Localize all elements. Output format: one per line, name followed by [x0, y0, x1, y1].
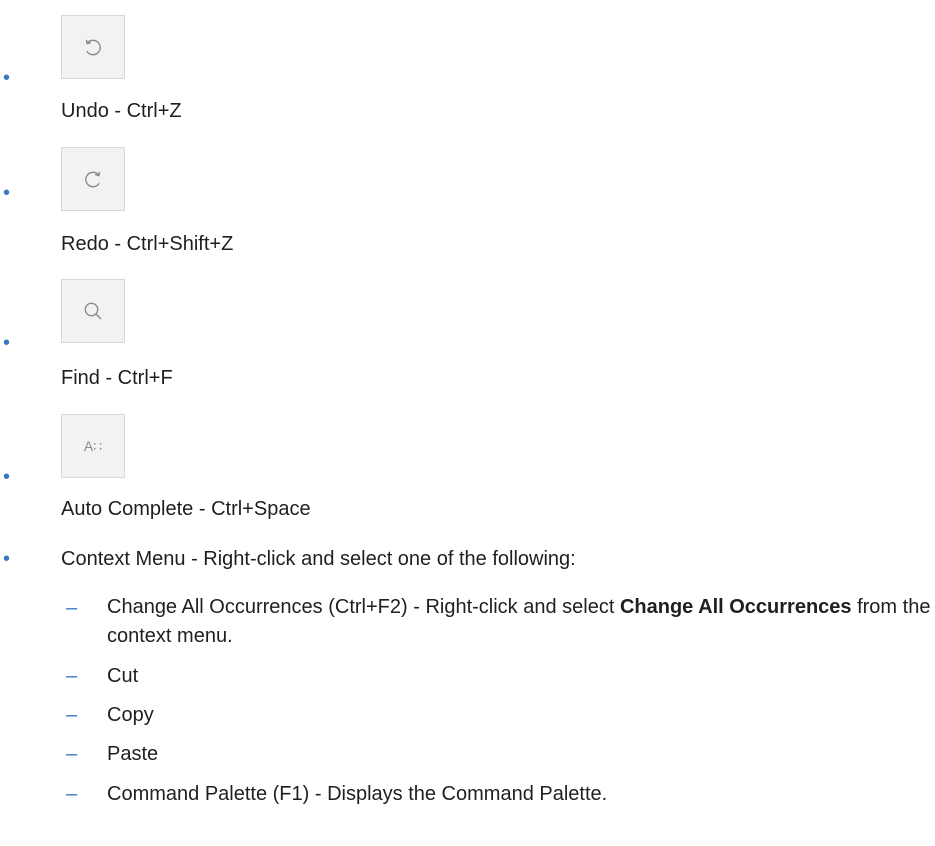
autocomplete-caption: Auto Complete - Ctrl+Space — [61, 498, 311, 520]
find-caption: Find - Ctrl+F — [61, 367, 173, 389]
context-menu-intro: Context Menu - Right-click and select on… — [61, 548, 576, 570]
change-all-occurrences-item: Change All Occurrences (Ctrl+F2) - Right… — [107, 593, 935, 651]
undo-icon — [85, 39, 101, 56]
search-icon — [84, 302, 102, 320]
autocomplete-icon: A∷ — [83, 437, 103, 454]
command-palette-item: Command Palette (F1) - Displays the Comm… — [107, 783, 608, 805]
sublist-dash: – — [66, 665, 78, 687]
redo-button[interactable] — [61, 147, 125, 211]
list-bullet: • — [3, 67, 11, 89]
list-bullet: • — [3, 548, 11, 570]
undo-caption: Undo - Ctrl+Z — [61, 100, 182, 122]
change-all-prefix: Change All Occurrences (Ctrl+F2) - Right… — [107, 596, 620, 618]
copy-item: Copy — [107, 704, 154, 726]
find-button[interactable] — [61, 279, 125, 343]
undo-button[interactable] — [61, 15, 125, 79]
sublist-dash: – — [66, 743, 78, 765]
list-bullet: • — [3, 332, 11, 354]
list-bullet: • — [3, 466, 11, 488]
paste-item: Paste — [107, 743, 159, 765]
cut-item: Cut — [107, 665, 139, 687]
change-all-bold: Change All Occurrences — [619, 596, 852, 618]
sublist-dash: – — [66, 597, 78, 619]
redo-caption: Redo - Ctrl+Shift+Z — [61, 233, 234, 255]
autocomplete-button[interactable]: A∷ — [61, 414, 125, 478]
redo-icon — [85, 171, 101, 188]
list-bullet: • — [3, 182, 11, 204]
sublist-dash: – — [66, 704, 78, 726]
sublist-dash: – — [66, 783, 78, 805]
